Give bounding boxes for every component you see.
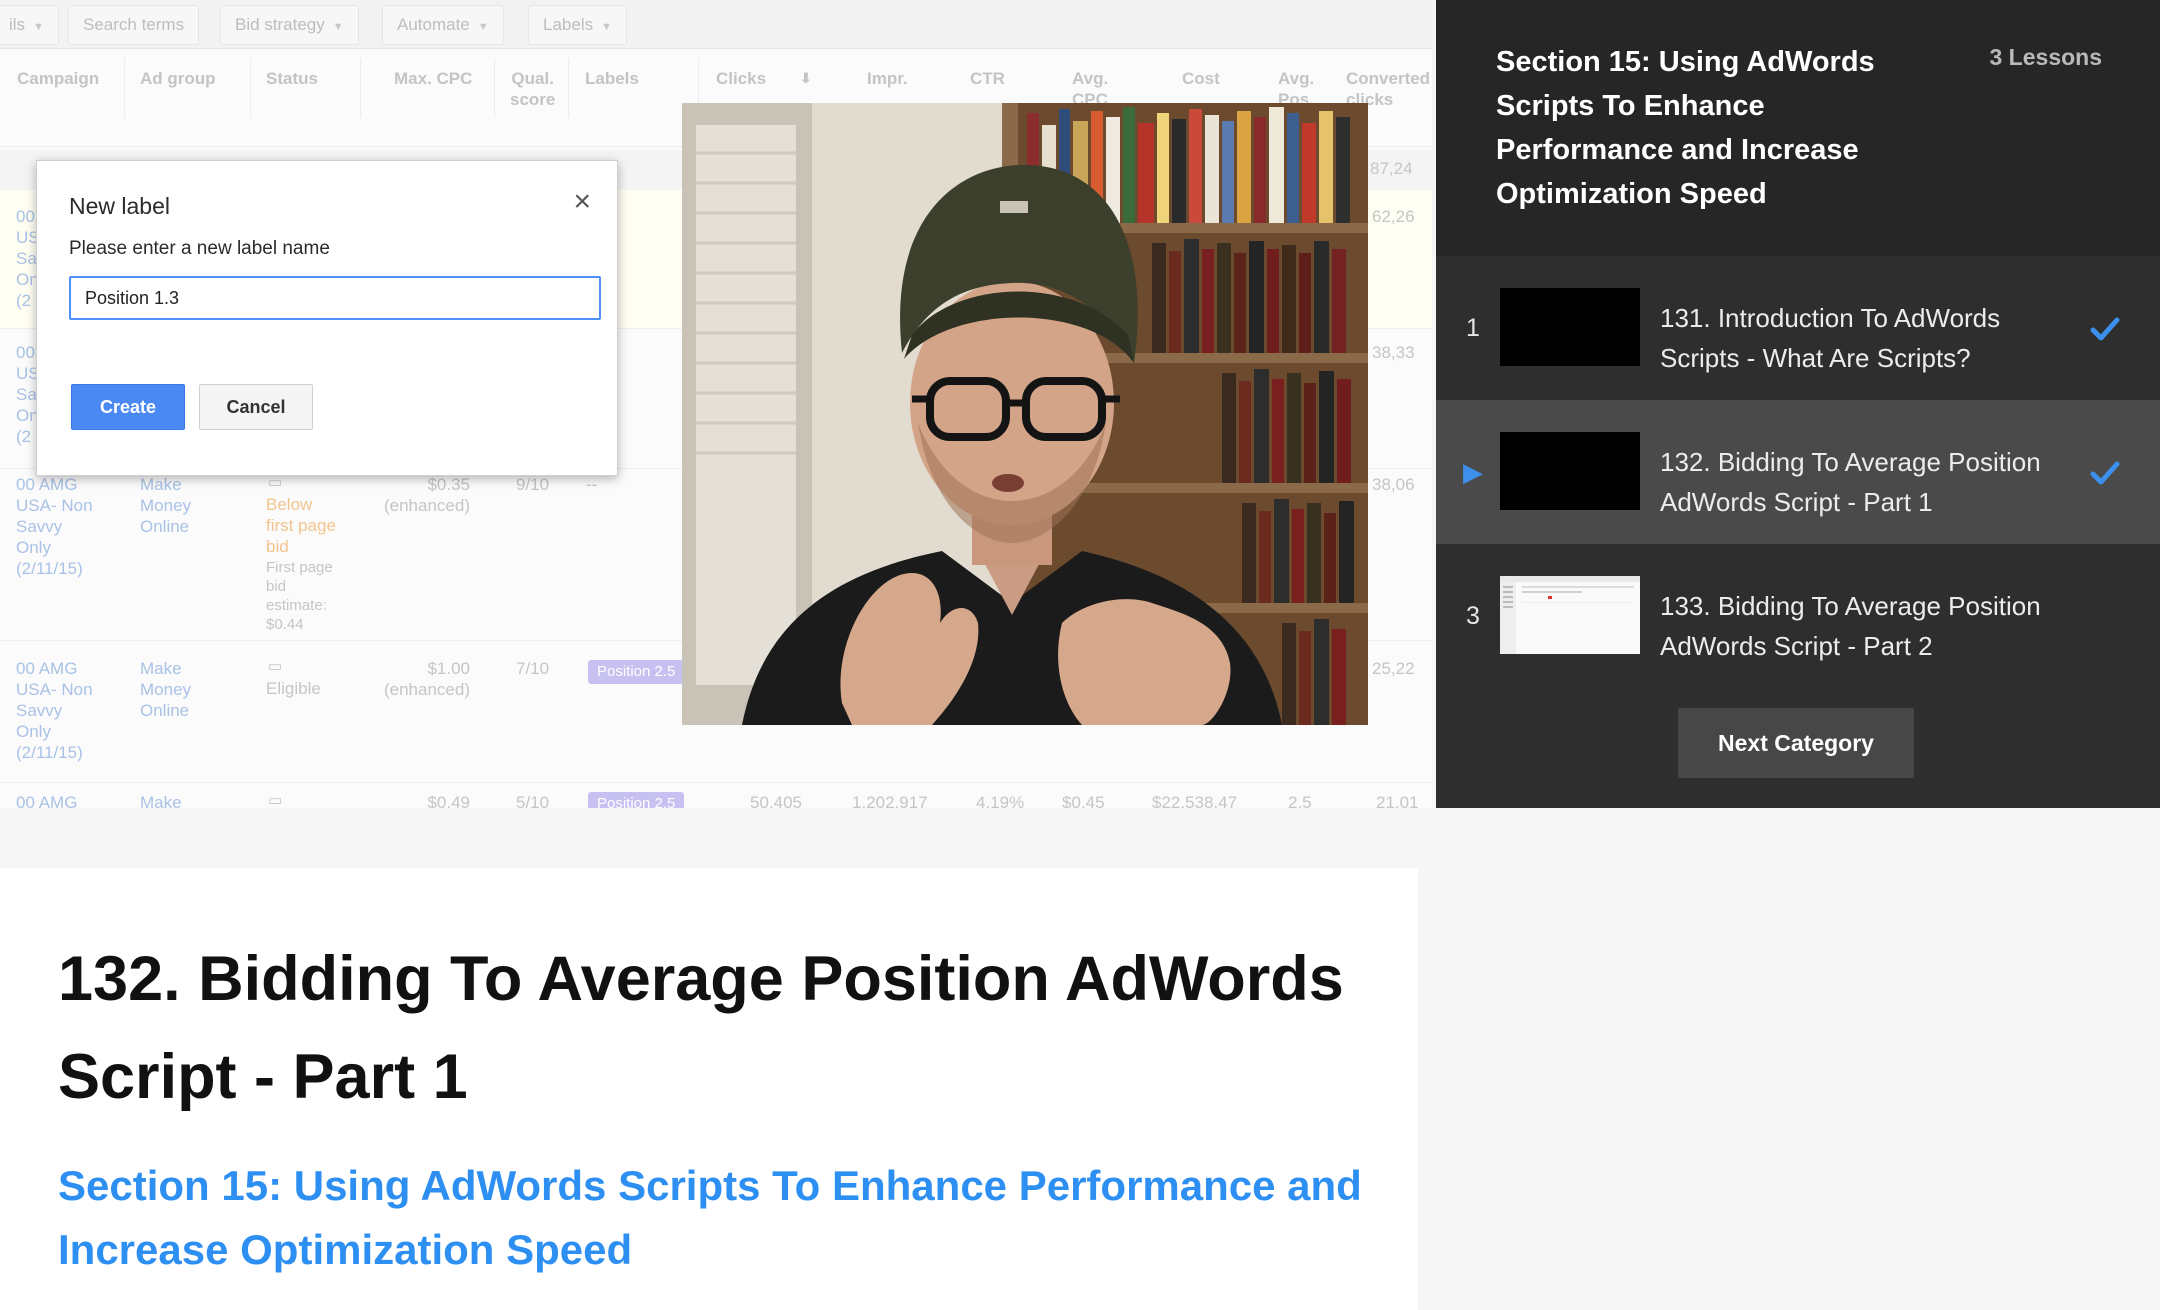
row3-cost: $22,538.47 bbox=[1152, 793, 1238, 808]
lesson-title: 133. Bidding To Average Position AdWords… bbox=[1660, 591, 2041, 661]
row3-label-pill: Position 2.5 bbox=[588, 792, 685, 808]
new-label-dialog: New label × Please enter a new label nam… bbox=[36, 160, 618, 476]
caret-down-icon: ▼ bbox=[477, 21, 489, 33]
row1-status-note: First page bid estimate: $0.44 bbox=[266, 559, 333, 633]
col-status: Status bbox=[266, 69, 318, 88]
row-divider bbox=[0, 782, 1432, 783]
course-sidebar: Section 15: Using AdWords Scripts To Enh… bbox=[1436, 0, 2160, 808]
caret-down-icon: ▼ bbox=[601, 21, 612, 33]
row3-qual-score: 5/10 bbox=[516, 793, 550, 808]
video-player[interactable]: ils ▼ Search terms Bid strategy ▼ Automate… bbox=[0, 0, 1432, 808]
row1-max-cpc: $0.35 (enhanced) bbox=[383, 475, 470, 515]
column-divider bbox=[124, 58, 125, 118]
row2-ad-group: Make Money Online bbox=[140, 659, 192, 720]
lesson-thumbnail bbox=[1500, 288, 1640, 366]
col-campaign: Campaign bbox=[17, 69, 100, 88]
row2-max-cpc: $1.00 (enhanced) bbox=[383, 659, 470, 699]
section-title: Section 15: Using AdWords Scripts To Enh… bbox=[1496, 46, 1875, 210]
row1-converted-clicks: 38,06 bbox=[1372, 475, 1415, 494]
row-b-converted-clicks: 38,33 bbox=[1372, 343, 1415, 362]
labels-label: Labels bbox=[543, 15, 594, 34]
presenter-video-overlay bbox=[682, 103, 1368, 725]
adwords-toolbar: ils ▼ Search terms Bid strategy ▼ Automate… bbox=[0, 0, 1432, 49]
lecture-title: 132. Bidding To Average Position AdWords… bbox=[58, 944, 1344, 1112]
column-divider bbox=[360, 58, 361, 118]
lesson-title: 131. Introduction To AdWords Scripts - W… bbox=[1660, 303, 2001, 373]
row3-converted-clicks: 21,01 bbox=[1376, 793, 1419, 808]
bid-strategy-button: Bid strategy ▼ bbox=[220, 5, 359, 45]
row3-impr: 1,202,917 bbox=[852, 793, 928, 808]
search-terms-label: Search terms bbox=[83, 15, 185, 34]
row1-qual-score: 9/10 bbox=[516, 475, 550, 494]
row1-campaign: 00 AMG USA- Non Savvy Only (2/11/15) bbox=[16, 475, 93, 578]
row2-label-pill: Position 2.5 bbox=[588, 660, 685, 684]
automate-label: Automate bbox=[397, 15, 470, 34]
row3-avg-cpc: $0.45 bbox=[1062, 793, 1105, 808]
play-icon: ▶ bbox=[1463, 457, 1483, 487]
caret-down-icon: ▼ bbox=[332, 21, 344, 33]
cancel-button[interactable]: Cancel bbox=[199, 384, 313, 430]
presenter-illustration bbox=[682, 103, 1368, 725]
sort-down-icon: ⬇ bbox=[800, 70, 812, 86]
section-link[interactable]: Section 15: Using AdWords Scripts To Enh… bbox=[58, 1154, 1378, 1282]
caret-down-icon: ▼ bbox=[33, 21, 44, 33]
row3-max-cpc: $0.49 bbox=[427, 793, 470, 808]
label-name-input[interactable] bbox=[69, 276, 601, 320]
section-header: Section 15: Using AdWords Scripts To Enh… bbox=[1436, 0, 2160, 256]
total-converted-clicks: 87,24 bbox=[1370, 159, 1413, 178]
automate-button: Automate ▼ bbox=[382, 5, 504, 45]
lecture-info: 132. Bidding To Average Position AdWords… bbox=[0, 868, 1418, 1310]
row2-status: Eligible bbox=[266, 679, 321, 698]
column-divider bbox=[250, 58, 251, 118]
lesson-thumbnail bbox=[1500, 576, 1640, 654]
col-ad-group: Ad group bbox=[140, 69, 216, 88]
col-qual-score: Qual. score bbox=[510, 69, 556, 109]
col-impr: Impr. bbox=[867, 69, 908, 88]
lesson-item[interactable]: 1 131. Introduction To AdWords Scripts -… bbox=[1436, 256, 2160, 400]
check-icon bbox=[2090, 461, 2120, 485]
toolbar-partial-button: ils ▼ bbox=[0, 5, 59, 45]
col-labels: Labels bbox=[585, 69, 639, 88]
bid-strategy-label: Bid strategy bbox=[235, 15, 325, 34]
row3-campaign: 00 AMG bbox=[16, 793, 78, 808]
row2-qual-score: 7/10 bbox=[516, 659, 550, 678]
create-button[interactable]: Create bbox=[71, 384, 185, 430]
dialog-prompt: Please enter a new label name bbox=[69, 238, 330, 259]
row2-campaign: 00 AMG USA- Non Savvy Only (2/11/15) bbox=[16, 659, 93, 762]
row1-status-warning: Below first page bid bbox=[266, 495, 336, 556]
row3-clicks: 50,405 bbox=[750, 793, 802, 808]
lesson-title: 132. Bidding To Average Position AdWords… bbox=[1660, 447, 2041, 517]
col-clicks: Clicks bbox=[716, 69, 767, 88]
screenshot-thumbnail-image bbox=[1500, 576, 1640, 654]
labels-button: Labels ▼ bbox=[528, 5, 627, 45]
row2-converted-clicks: 25,22 bbox=[1372, 659, 1415, 678]
close-icon[interactable]: × bbox=[573, 185, 591, 219]
row3-ad-group: Make bbox=[140, 793, 182, 808]
row-a-converted-clicks: 62,26 bbox=[1372, 207, 1415, 226]
dialog-title: New label bbox=[69, 193, 170, 219]
col-max-cpc: Max. CPC bbox=[394, 69, 473, 88]
col-ctr: CTR bbox=[970, 69, 1005, 88]
comment-icon: ▭ bbox=[268, 792, 283, 808]
column-divider bbox=[494, 58, 495, 118]
next-category-button[interactable]: Next Category bbox=[1678, 708, 1914, 778]
column-divider bbox=[568, 58, 569, 118]
row1-ad-group: Make Money Online bbox=[140, 475, 192, 536]
comment-icon: ▭ bbox=[268, 658, 283, 675]
row1-labels: -- bbox=[586, 475, 598, 494]
check-icon bbox=[2090, 317, 2120, 341]
row3-avg-pos: 2.5 bbox=[1288, 793, 1312, 808]
lesson-count: 3 Lessons bbox=[1989, 44, 2103, 70]
lesson-number: 1 bbox=[1466, 314, 1480, 342]
col-cost: Cost bbox=[1182, 69, 1220, 88]
toolbar-partial-label: ils bbox=[9, 15, 26, 34]
lesson-thumbnail bbox=[1500, 432, 1640, 510]
lesson-item[interactable]: 3 133. Bidding To Average Position AdWor… bbox=[1436, 544, 2160, 688]
lesson-item-active[interactable]: ▶ 132. Bidding To Average Position AdWor… bbox=[1436, 400, 2160, 544]
row3-ctr: 4.19% bbox=[976, 793, 1025, 808]
search-terms-button: Search terms bbox=[68, 5, 200, 45]
lesson-number: 3 bbox=[1466, 602, 1480, 630]
